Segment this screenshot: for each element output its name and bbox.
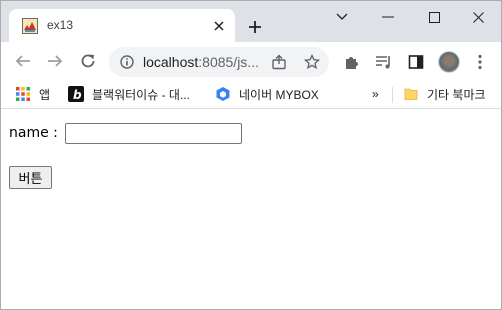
b-logo-icon: b	[68, 86, 84, 102]
tab-close-icon[interactable]	[209, 16, 229, 36]
back-arrow-icon[interactable]	[11, 49, 35, 73]
new-tab-icon[interactable]	[243, 15, 267, 39]
page-content: name : 버튼	[1, 110, 501, 309]
reload-icon[interactable]	[76, 49, 100, 73]
url-host: localhost	[143, 54, 199, 70]
bookmarks-bar: 앱 b 블랙워터이슈 - 대... 네이버 MYBOX » 기타 북마크	[1, 80, 501, 109]
tab-ex13[interactable]: ex13	[9, 9, 235, 43]
bookmark-star-icon[interactable]	[302, 52, 322, 72]
overflow-label: »	[372, 87, 379, 101]
share-icon[interactable]	[269, 52, 289, 72]
maximize-icon[interactable]	[411, 1, 457, 33]
name-label: name :	[9, 125, 58, 141]
browser-window: ex13 localhost:8085/js... 앱 b 블랙워터이슈 - 대…	[0, 0, 502, 310]
tab-title: ex13	[47, 18, 74, 32]
browser-toolbar: localhost:8085/js...	[1, 42, 501, 80]
bookmark-label: 블랙워터이슈 - 대...	[92, 87, 190, 102]
bookmark-label: 기타 북마크	[427, 87, 486, 102]
bookmark-label: 앱	[39, 87, 51, 102]
bookmark-blackwater[interactable]: b 블랙워터이슈 - 대...	[68, 85, 190, 103]
window-close-icon[interactable]	[455, 1, 501, 33]
name-input[interactable]	[65, 123, 242, 144]
apps-grid-icon	[15, 86, 31, 102]
reading-list-icon[interactable]	[373, 51, 395, 73]
url-path: :8085/js...	[198, 54, 259, 70]
minimize-icon[interactable]	[365, 1, 411, 33]
page-favicon-icon	[22, 18, 38, 34]
tab-search-chevron-icon[interactable]	[319, 1, 365, 33]
forward-arrow-icon[interactable]	[43, 49, 67, 73]
bookmark-apps[interactable]: 앱	[15, 85, 50, 103]
mybox-cube-icon	[215, 86, 231, 102]
bookmark-label: 네이버 MYBOX	[239, 87, 319, 102]
profile-avatar[interactable]	[438, 51, 460, 73]
site-info-icon[interactable]	[119, 54, 135, 70]
bookmark-naver-mybox[interactable]: 네이버 MYBOX	[215, 85, 319, 103]
url-text: localhost:8085/js...	[143, 54, 259, 70]
bookmark-other-folder[interactable]: 기타 북마크	[403, 85, 486, 103]
submit-button[interactable]: 버튼	[9, 166, 52, 189]
folder-icon	[403, 86, 419, 102]
bookmarks-overflow-chevron[interactable]: »	[372, 85, 379, 103]
menu-kebab-icon[interactable]	[469, 51, 491, 73]
address-bar[interactable]: localhost:8085/js...	[109, 47, 329, 77]
side-panel-icon[interactable]	[405, 51, 427, 73]
bookmarks-separator	[392, 87, 393, 103]
svg-text:b: b	[73, 88, 82, 102]
extensions-puzzle-icon[interactable]	[341, 51, 363, 73]
tab-strip: ex13	[1, 1, 501, 43]
